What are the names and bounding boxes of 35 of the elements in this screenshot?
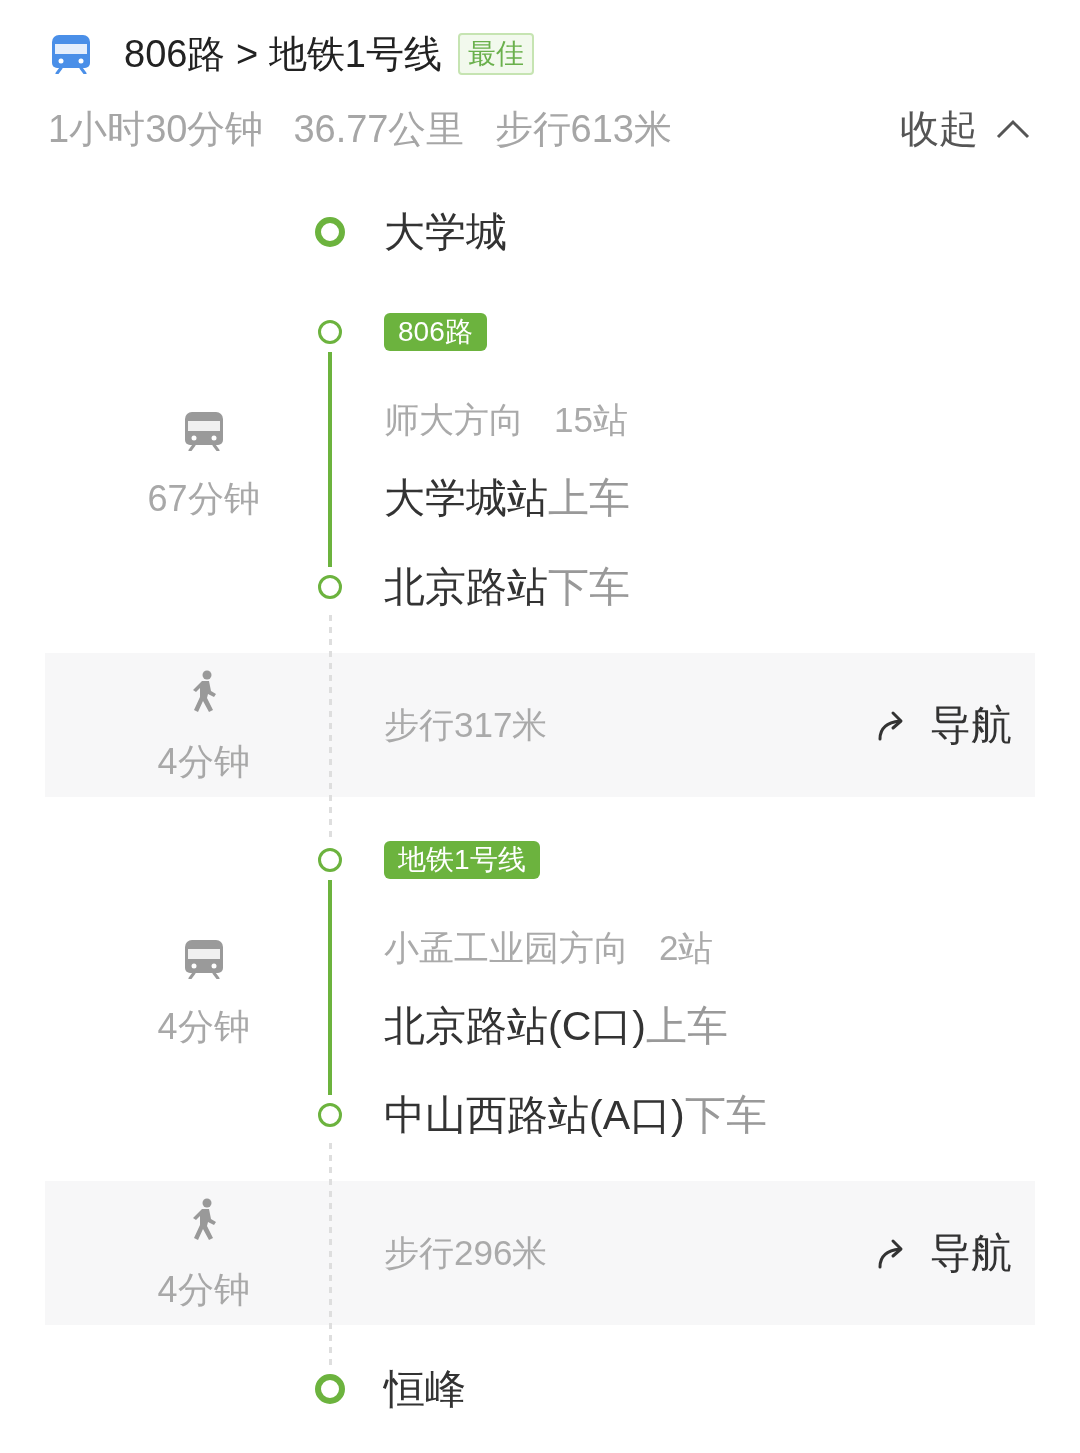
line-badge: 806路 <box>384 313 487 351</box>
stop-ring-icon <box>318 575 342 599</box>
endpoint-ring-icon <box>315 217 345 247</box>
stop-count-text: 15站 <box>554 399 628 441</box>
stop-ring-icon <box>318 848 342 872</box>
segment-duration: 4分钟 <box>157 744 250 780</box>
collapse-button[interactable]: 收起 <box>900 102 1030 156</box>
summary-text: 36.77公里 <box>293 106 465 152</box>
route-title: 806路 > 地铁1号线 <box>124 31 442 77</box>
train-icon <box>52 34 90 74</box>
boarding-station-text: 大学城站上车 <box>384 474 630 523</box>
summary-text: 步行613米 <box>494 106 672 152</box>
train-icon <box>184 411 223 451</box>
endpoint-station-name: 恒峰 <box>384 1369 466 1409</box>
endpoint-ring-icon <box>315 1374 345 1404</box>
walk-distance-text: 步行296米 <box>384 1231 548 1274</box>
alighting-station-text: 北京路站下车 <box>384 563 630 612</box>
stop-ring-icon <box>318 320 342 344</box>
segment-duration: 4分钟 <box>157 1009 250 1045</box>
segment-duration: 4分钟 <box>157 1272 250 1308</box>
summary-text: 1小时30分钟 <box>48 106 264 152</box>
stop-count-text: 2站 <box>659 927 714 969</box>
segment-duration: 67分钟 <box>147 481 260 517</box>
best-badge: 最佳 <box>457 33 534 75</box>
walk-distance-text: 步行317米 <box>384 703 548 746</box>
boarding-station-text: 北京路站(C口)上车 <box>384 1002 728 1051</box>
endpoint-station-name: 大学城 <box>384 212 507 252</box>
line-badge: 地铁1号线 <box>384 841 540 879</box>
stop-ring-icon <box>318 1103 342 1127</box>
train-icon <box>184 939 223 979</box>
alighting-station-text: 中山西路站(A口)下车 <box>384 1091 767 1140</box>
navigation-button[interactable]: 导航 <box>876 1225 1012 1281</box>
direction-text: 小孟工业园方向 <box>384 927 629 969</box>
direction-text: 师大方向 <box>384 399 524 441</box>
navigation-button[interactable]: 导航 <box>876 697 1012 753</box>
